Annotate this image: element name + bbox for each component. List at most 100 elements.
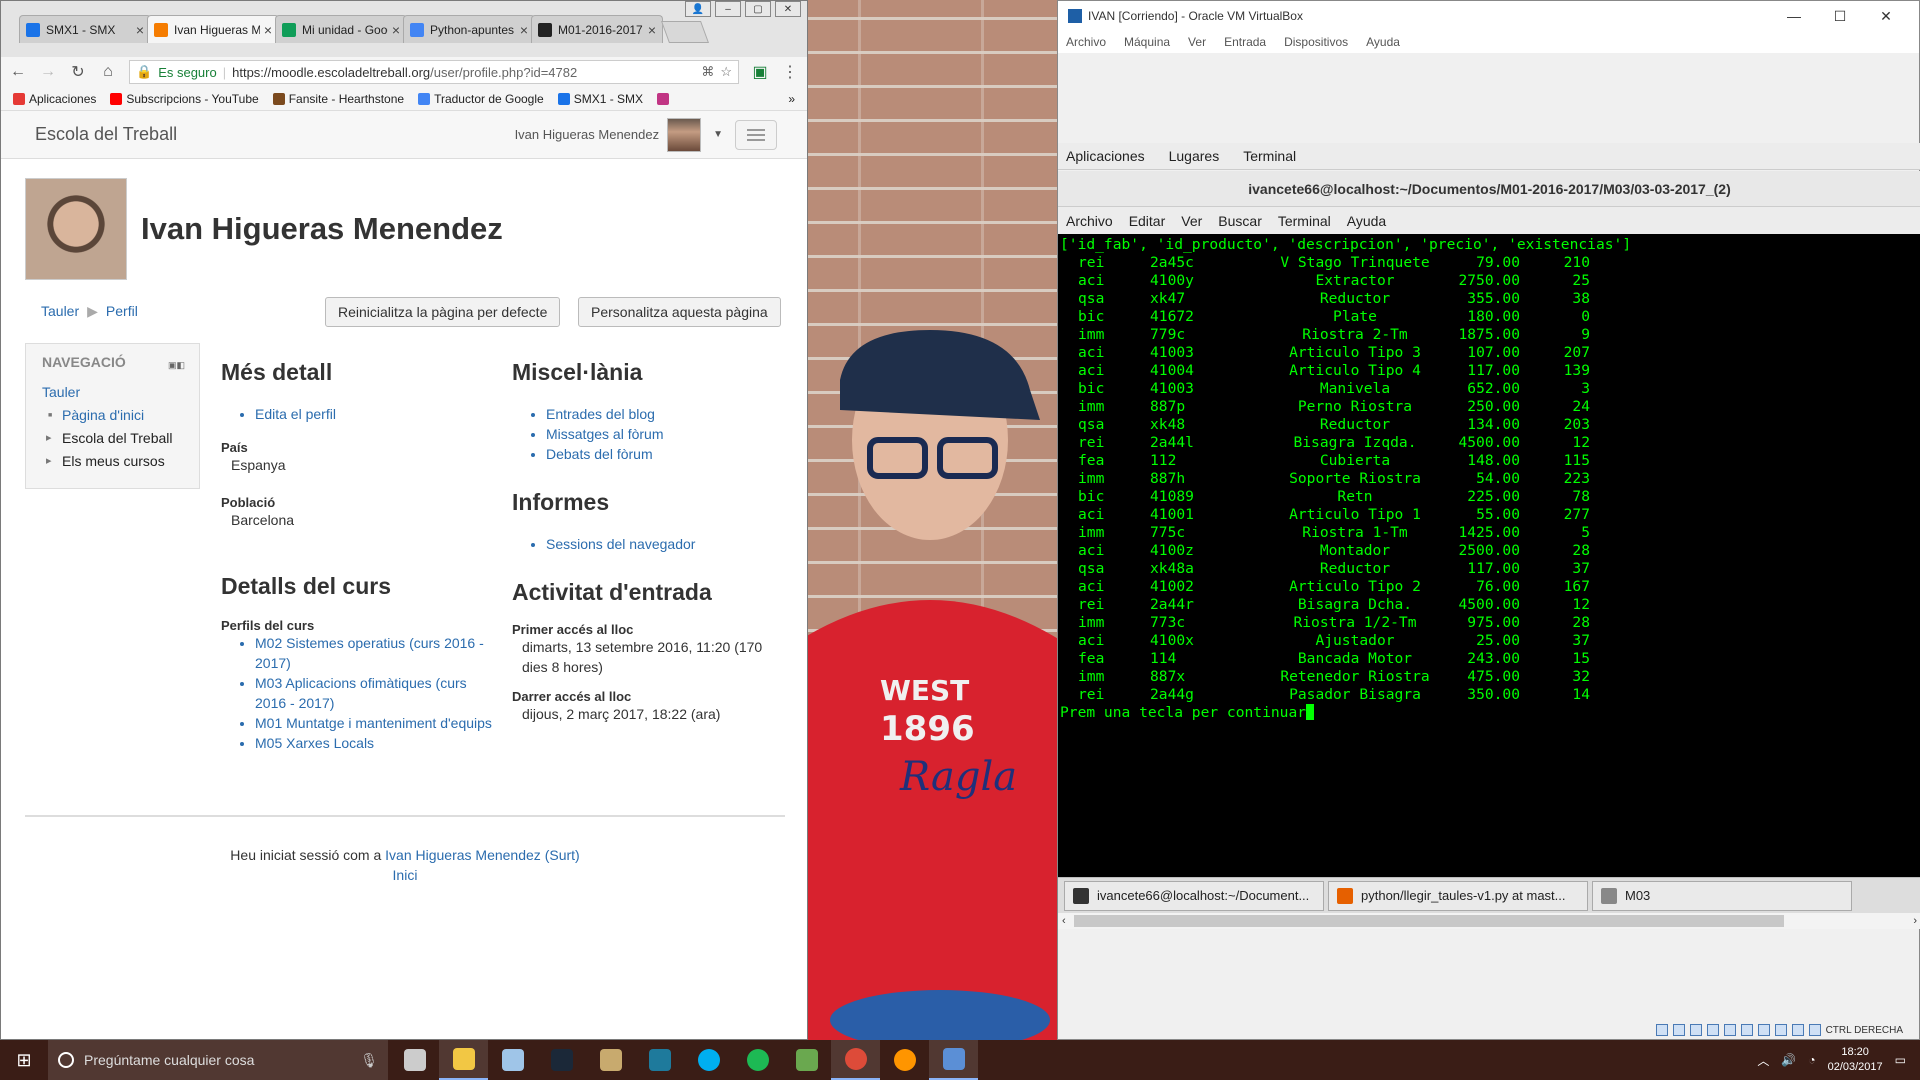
menu-icon[interactable]: ⋮	[781, 62, 799, 82]
terminal-menu-item[interactable]: Ayuda	[1347, 213, 1386, 229]
terminal-menu-item[interactable]: Buscar	[1218, 213, 1262, 229]
course-link[interactable]: M02 Sistemes operatius (curs 2016 - 2017…	[255, 633, 501, 673]
logout-link[interactable]: (Surt)	[545, 847, 580, 863]
mouse-integration-icon[interactable]	[1791, 1024, 1804, 1036]
guest-panel-item[interactable]: Terminal	[1243, 148, 1296, 164]
taskbar-steam-icon[interactable]	[537, 1040, 586, 1080]
display-icon[interactable]	[1757, 1024, 1770, 1036]
tab-close-icon[interactable]: ×	[136, 22, 144, 38]
nav-item-home[interactable]: Pàgina d'inici	[42, 404, 183, 427]
audio-icon[interactable]	[1689, 1024, 1702, 1036]
bookmark-item[interactable]: Aplicaciones	[13, 92, 96, 106]
bookmark-item[interactable]	[657, 92, 673, 105]
nav-item-school[interactable]: Escola del Treball	[42, 427, 183, 450]
optical-icon[interactable]	[1672, 1024, 1685, 1036]
extension-icon[interactable]: ▣	[751, 62, 769, 82]
home-icon[interactable]: ⌂	[99, 63, 117, 81]
bookmark-item[interactable]: SMX1 - SMX	[557, 92, 643, 106]
nav-tauler[interactable]: Tauler	[42, 384, 183, 400]
vbox-menu-item[interactable]: Dispositivos	[1284, 35, 1348, 49]
vbox-close-button[interactable]: ✕	[1863, 8, 1909, 25]
clock[interactable]: 18:20 02/03/2017	[1828, 1045, 1883, 1075]
close-button[interactable]: ✕	[775, 1, 801, 17]
translate-icon[interactable]: ⌘	[701, 64, 714, 80]
scroll-thumb[interactable]	[1074, 915, 1784, 927]
guest-task-button[interactable]: ivancete66@localhost:~/Document...	[1064, 880, 1324, 911]
terminal-menu-item[interactable]: Terminal	[1278, 213, 1331, 229]
taskbar-task-view-icon[interactable]	[390, 1040, 439, 1080]
site-brand[interactable]: Escola del Treball	[35, 124, 515, 145]
terminal-menu-item[interactable]: Ver	[1181, 213, 1202, 229]
taskbar-minecraft-icon[interactable]	[782, 1040, 831, 1080]
network-icon[interactable]	[1706, 1024, 1719, 1036]
keyboard-icon[interactable]	[1808, 1024, 1821, 1036]
taskbar-firefox-icon[interactable]	[880, 1040, 929, 1080]
tab-close-icon[interactable]: ×	[648, 22, 656, 38]
taskbar-file-explorer-icon[interactable]	[439, 1040, 488, 1080]
browser-tab[interactable]: Mi unidad - Google Drive ×	[275, 15, 407, 43]
usb-icon[interactable]	[1723, 1024, 1736, 1036]
browser-sessions-link[interactable]: Sessions del navegador	[546, 534, 792, 554]
back-icon[interactable]: ←	[9, 63, 27, 81]
browser-tab[interactable]: Ivan Higueras Menendez ×	[147, 15, 279, 43]
course-link[interactable]: M03 Aplicacions ofimàtiques (curs 2016 -…	[255, 673, 501, 713]
vbox-menu-item[interactable]: Archivo	[1066, 35, 1106, 49]
maximize-button[interactable]: ▢	[745, 1, 771, 17]
breadcrumb-item-perfil[interactable]: Perfil	[106, 303, 138, 319]
vbox-menu-item[interactable]: Ayuda	[1366, 35, 1400, 49]
vbox-menu-item[interactable]: Entrada	[1224, 35, 1266, 49]
customize-page-button[interactable]: Personalitza aquesta pàgina	[578, 297, 781, 327]
tab-close-icon[interactable]: ×	[264, 22, 272, 38]
browser-tab[interactable]: M01-2016-2017 ×	[531, 15, 663, 43]
horizontal-scrollbar[interactable]: ‹ ›	[1058, 913, 1920, 929]
bookmark-star-icon[interactable]: ☆	[720, 64, 732, 80]
taskbar-spotify-icon[interactable]	[733, 1040, 782, 1080]
vbox-menu-item[interactable]: Máquina	[1124, 35, 1170, 49]
notifications-icon[interactable]: ▭	[1895, 1053, 1906, 1067]
minimize-button[interactable]: –	[715, 1, 741, 17]
terminal-output[interactable]: ['id_fab', 'id_producto', 'descripcion',…	[1058, 234, 1920, 877]
misc-link[interactable]: Entrades del blog	[546, 404, 792, 424]
bookmark-item[interactable]: Fansite - Hearthstone	[272, 92, 404, 106]
course-link[interactable]: M01 Muntatge i manteniment d'equips	[255, 713, 501, 733]
user-menu-name[interactable]: Ivan Higueras Menendez	[515, 127, 660, 142]
wifi-icon[interactable]: ◔	[1808, 1053, 1815, 1067]
vbox-maximize-button[interactable]: ☐	[1817, 8, 1863, 25]
tab-close-icon[interactable]: ×	[520, 22, 528, 38]
user-avatar[interactable]	[667, 117, 702, 152]
guest-panel-item[interactable]: Aplicaciones	[1066, 148, 1145, 164]
tray-chevron-icon[interactable]: ︿	[1757, 1052, 1769, 1069]
misc-link[interactable]: Missatges al fòrum	[546, 424, 792, 444]
block-controls-icon[interactable]: ▣◧	[168, 360, 185, 371]
terminal-menu-item[interactable]: Archivo	[1066, 213, 1113, 229]
tab-close-icon[interactable]: ×	[392, 22, 400, 38]
reload-icon[interactable]: ↻	[69, 62, 87, 82]
taskbar-paint-icon[interactable]	[488, 1040, 537, 1080]
taskbar-league-icon[interactable]	[586, 1040, 635, 1080]
breadcrumb-item-tauler[interactable]: Tauler	[41, 303, 79, 319]
windows-start-icon[interactable]: ⊞	[0, 1040, 48, 1080]
taskbar-chrome-icon[interactable]	[831, 1040, 880, 1080]
guest-task-button[interactable]: M03	[1592, 880, 1852, 911]
bookmark-item[interactable]: Traductor de Google	[418, 92, 544, 106]
browser-tab[interactable]: SMX1 - SMX ×	[19, 15, 151, 43]
forward-icon[interactable]: →	[39, 63, 57, 81]
browser-tab[interactable]: Python-apuntes ×	[403, 15, 535, 43]
terminal-menu-item[interactable]: Editar	[1129, 213, 1166, 229]
guest-panel-item[interactable]: Lugares	[1169, 148, 1220, 164]
volume-icon[interactable]: 🔊	[1781, 1053, 1796, 1067]
disk-icon[interactable]	[1655, 1024, 1668, 1036]
scroll-right-icon[interactable]: ›	[1913, 915, 1917, 927]
bookmark-item[interactable]: Subscripcions - YouTube	[110, 92, 259, 106]
chevron-down-icon[interactable]: ▼	[713, 129, 723, 140]
home-link[interactable]: Inici	[25, 865, 785, 885]
reset-page-button[interactable]: Reinicialitza la pàgina per defecte	[325, 297, 561, 327]
vbox-menu-item[interactable]: Ver	[1188, 35, 1206, 49]
hamburger-menu-button[interactable]	[735, 119, 777, 150]
course-link[interactable]: M05 Xarxes Locals	[255, 733, 501, 753]
taskbar-virtualbox-icon[interactable]	[929, 1040, 978, 1080]
nav-item-my-courses[interactable]: Els meus cursos	[42, 450, 183, 473]
footer-user-link[interactable]: Ivan Higueras Menendez	[385, 847, 541, 863]
taskbar-skype-icon[interactable]	[684, 1040, 733, 1080]
microphone-icon[interactable]: 🎙	[360, 1052, 378, 1069]
